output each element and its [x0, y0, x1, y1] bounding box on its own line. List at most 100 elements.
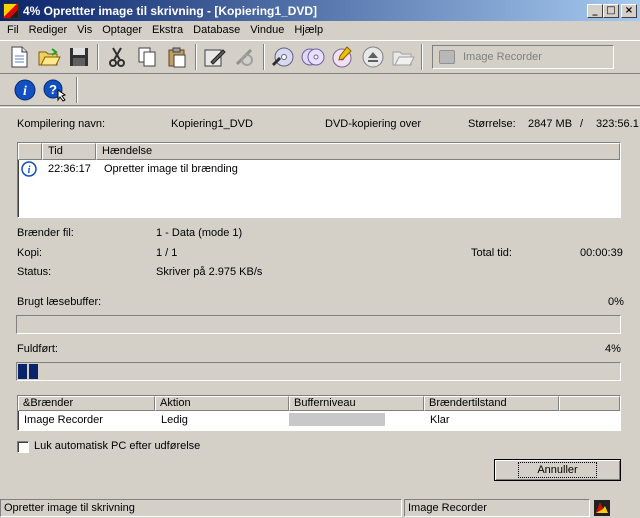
- total-time-label: Total tid:: [471, 247, 512, 259]
- disc-info-button[interactable]: [328, 42, 358, 72]
- copy-label: Kopi:: [17, 247, 43, 259]
- maximize-button[interactable]: □: [603, 3, 619, 18]
- toolbar-separator: [76, 76, 78, 103]
- recorder-column-state[interactable]: Brændertilstand: [424, 396, 559, 411]
- read-buffer-label: Brugt læsebuffer:: [17, 296, 102, 308]
- recorder-state: Klar: [430, 413, 450, 426]
- close-button[interactable]: ×: [621, 3, 637, 18]
- open-folder-icon: [38, 48, 61, 66]
- status-bar: Opretter image til skrivning Image Recor…: [0, 497, 640, 518]
- erase-button[interactable]: [230, 42, 260, 72]
- svg-text:?: ?: [49, 82, 57, 97]
- menu-view[interactable]: Vis: [72, 24, 97, 36]
- auto-shutdown-label[interactable]: Luk automatisk PC efter udførelse: [34, 440, 200, 452]
- paste-button[interactable]: [162, 42, 192, 72]
- progress-block: [29, 364, 38, 379]
- status-bar-app-icon: [593, 499, 611, 517]
- recorder-table[interactable]: &Brænder Aktion Bufferniveau Brændertils…: [17, 395, 621, 431]
- menu-window[interactable]: Vindue: [245, 24, 289, 36]
- save-button[interactable]: [64, 42, 94, 72]
- read-buffer-fill: [18, 317, 619, 332]
- cut-button[interactable]: [102, 42, 132, 72]
- browse-button[interactable]: [388, 42, 418, 72]
- eject-icon: [362, 46, 384, 68]
- paste-icon: [168, 47, 186, 68]
- status-value: Skriver på 2.975 KB/s: [156, 266, 263, 278]
- toolbar-separator: [195, 44, 197, 70]
- auto-shutdown-checkbox[interactable]: [17, 441, 29, 453]
- title-bar: 4% Oprettter image til skrivning - [Kopi…: [0, 0, 640, 21]
- mode-text: DVD-kopiering over: [325, 118, 421, 130]
- open-button[interactable]: [34, 42, 64, 72]
- menu-recorder[interactable]: Optager: [97, 24, 147, 36]
- main-toolbar: Image Recorder: [0, 40, 640, 74]
- window-title: 4% Oprettter image til skrivning - [Kopi…: [23, 3, 318, 18]
- completed-percent: 4%: [605, 343, 621, 355]
- completed-label: Fuldført:: [17, 343, 58, 355]
- new-document-button[interactable]: [4, 42, 34, 72]
- burn-disc-button[interactable]: [268, 42, 298, 72]
- menu-help[interactable]: Hjælp: [289, 24, 328, 36]
- cancel-button[interactable]: Annuller: [494, 459, 621, 481]
- toolbar-separator: [421, 44, 423, 70]
- save-disk-icon: [70, 48, 88, 66]
- log-header: Tid Hændelse: [18, 143, 620, 160]
- context-help-button[interactable]: ?: [40, 75, 70, 105]
- log-info-icon: i: [18, 161, 44, 177]
- menu-extras[interactable]: Ekstra: [147, 24, 188, 36]
- recorder-column-buffer[interactable]: Bufferniveau: [289, 396, 424, 411]
- help-pointer-icon: ?: [43, 79, 67, 102]
- info-button[interactable]: i: [10, 75, 40, 105]
- compile-name-label: Kompilering navn:: [17, 118, 106, 130]
- copy-disc-button[interactable]: [298, 42, 328, 72]
- window-controls: _ □ ×: [587, 3, 637, 18]
- write-compilation-button[interactable]: [200, 42, 230, 72]
- status-bar-recorder: Image Recorder: [404, 498, 590, 517]
- menu-file[interactable]: Fil: [2, 24, 24, 36]
- recorder-column-extra: [559, 396, 620, 411]
- eject-button[interactable]: [358, 42, 388, 72]
- menu-bar: Fil Rediger Vis Optager Ekstra Database …: [0, 21, 640, 39]
- svg-text:i: i: [23, 84, 27, 99]
- size-label: Størrelse:: [468, 118, 516, 130]
- burner-file-value: 1 - Data (mode 1): [156, 227, 243, 239]
- info-icon: i: [14, 79, 36, 100]
- log-column-event[interactable]: Hændelse: [96, 143, 620, 160]
- recorder-buffer-bar: [289, 413, 385, 426]
- menu-edit[interactable]: Rediger: [24, 24, 73, 36]
- recorder-dropdown[interactable]: Image Recorder: [432, 45, 614, 69]
- minimize-button[interactable]: _: [587, 3, 603, 18]
- recorder-column-action[interactable]: Aktion: [155, 396, 289, 411]
- write-compilation-icon: [204, 49, 226, 67]
- log-row[interactable]: i 22:36:17 Opretter image til brænding: [18, 160, 620, 178]
- event-log-list[interactable]: Tid Hændelse i 22:36:17 Opretter image t…: [17, 142, 621, 218]
- folder-disabled-icon: [392, 51, 415, 66]
- recorder-printer-icon: [439, 50, 455, 64]
- log-column-icon[interactable]: [18, 143, 42, 160]
- recorder-table-header: &Brænder Aktion Bufferniveau Brændertils…: [18, 396, 620, 411]
- svg-text:i: i: [28, 165, 31, 176]
- read-buffer-progress-bar: [16, 315, 621, 334]
- disabled-tool-icon: [235, 48, 253, 66]
- recorder-buffer-cell: [289, 413, 424, 426]
- nero-app-icon[interactable]: [3, 2, 19, 19]
- scissors-icon: [109, 47, 125, 67]
- completed-progress-bar: [16, 362, 621, 381]
- new-document-icon: [11, 46, 28, 68]
- copy-button[interactable]: [132, 42, 162, 72]
- size-value: 2847 MB: [528, 118, 573, 130]
- cancel-button-label: Annuller: [518, 462, 597, 478]
- recorder-column-burner[interactable]: &Brænder: [18, 396, 155, 411]
- completed-fill: [18, 364, 619, 379]
- read-buffer-percent: 0%: [608, 296, 624, 308]
- status-bar-message: Opretter image til skrivning: [0, 498, 402, 517]
- toolbar-separator: [263, 44, 265, 70]
- log-column-time[interactable]: Tid: [42, 143, 96, 160]
- copy-value: 1 / 1: [156, 247, 178, 259]
- recorder-row[interactable]: Image Recorder Ledig Klar: [18, 411, 620, 428]
- menu-database[interactable]: Database: [188, 24, 245, 36]
- size-total: 323:56.1: [596, 118, 639, 130]
- help-toolbar: i ?: [0, 74, 640, 106]
- disc-info-icon: [332, 46, 352, 68]
- progress-block: [18, 364, 27, 379]
